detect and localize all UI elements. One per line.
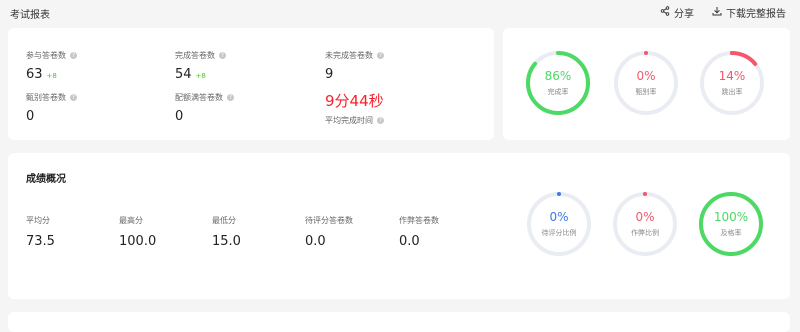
completion-rate-percent: 86% (544, 69, 572, 83)
avg-score-stat: 平均分 73.5 (26, 215, 55, 249)
participants-label: 参与答卷数 (26, 51, 66, 60)
help-icon[interactable]: ? (227, 94, 234, 101)
screened-metric: 甄别答卷数? 0 (26, 92, 77, 124)
score-overview-card: 成绩概况 平均分 73.5 最高分 100.0 最低分 15.0 待评分答卷数 … (8, 153, 790, 299)
help-icon[interactable]: ? (377, 117, 384, 124)
download-label: 下载完整报告 (726, 9, 786, 20)
toolbar: 分享 下载完整报告 (660, 5, 786, 20)
avg-time-metric: 9分44秒 平均完成时间? (325, 90, 384, 126)
screened-label: 甄别答卷数 (26, 93, 66, 102)
top-bar: 考试报表 分享 下载完整报告 (0, 0, 800, 24)
share-button[interactable]: 分享 (660, 5, 694, 20)
help-icon[interactable]: ? (70, 94, 77, 101)
download-report-button[interactable]: 下载完整报告 (712, 5, 786, 20)
pending-ratio-ring: 0% 待评分比例 (526, 191, 592, 257)
quota-full-label: 配额满答卷数 (175, 93, 223, 102)
screening-rate-percent: 0% (636, 69, 656, 83)
pending-grading-stat: 待评分答卷数 0.0 (305, 215, 353, 249)
stat-label: 最高分 (119, 216, 143, 225)
rates-card: 86% 完成率 0% 甄别率 14% 跳出率 (503, 28, 790, 140)
cheating-ratio-label: 作弊比例 (631, 229, 659, 237)
cheating-ratio-ring: 0% 作弊比例 (612, 191, 678, 257)
quota-full-value: 0 (175, 109, 184, 124)
stat-value: 0.0 (305, 234, 326, 249)
completed-value: 54 (175, 67, 192, 82)
stat-value: 0.0 (399, 234, 420, 249)
incomplete-label: 未完成答卷数 (325, 51, 373, 60)
bounce-rate-label: 跳出率 (721, 88, 743, 96)
pass-rate-percent: 100% (713, 210, 749, 224)
completion-rate-label: 完成率 (547, 88, 569, 96)
bounce-rate-percent: 14% (718, 69, 746, 83)
participants-metric: 参与答卷数? 63 +8 (26, 50, 77, 82)
completed-delta: +8 (195, 72, 206, 80)
stat-label: 最低分 (212, 216, 236, 225)
incomplete-value: 9 (325, 67, 334, 82)
stat-value: 15.0 (212, 234, 241, 249)
avg-time-label: 平均完成时间 (325, 116, 373, 125)
overview-card: 参与答卷数? 63 +8 完成答卷数? 54 +8 未完成答卷数? 9 甄别答卷数?… (8, 28, 494, 140)
stat-value: 73.5 (26, 234, 55, 249)
cheating-ratio-percent: 0% (635, 210, 655, 224)
help-icon[interactable]: ? (70, 52, 77, 59)
pending-ratio-label: 待评分比例 (541, 229, 577, 237)
completion-rate-ring: 86% 完成率 (525, 50, 591, 116)
help-icon[interactable]: ? (377, 52, 384, 59)
participants-delta: +8 (46, 72, 57, 80)
stat-value: 100.0 (119, 234, 157, 249)
share-label: 分享 (674, 9, 694, 20)
pass-rate-ring: 100% 及格率 (698, 191, 764, 257)
min-score-stat: 最低分 15.0 (212, 215, 241, 249)
stat-label: 作弊答卷数 (399, 216, 439, 225)
stat-label: 平均分 (26, 216, 50, 225)
download-icon (712, 6, 722, 19)
incomplete-metric: 未完成答卷数? 9 (325, 50, 384, 82)
quota-full-metric: 配额满答卷数? 0 (175, 92, 234, 124)
share-icon (660, 6, 670, 19)
pass-rate-label: 及格率 (720, 229, 742, 237)
screening-rate-ring: 0% 甄别率 (613, 50, 679, 116)
max-score-stat: 最高分 100.0 (119, 215, 156, 249)
cheating-stat: 作弊答卷数 0.0 (399, 215, 439, 249)
pending-ratio-percent: 0% (549, 210, 569, 224)
bounce-rate-ring: 14% 跳出率 (699, 50, 765, 116)
completed-metric: 完成答卷数? 54 +8 (175, 50, 226, 82)
stat-label: 待评分答卷数 (305, 216, 353, 225)
participants-value: 63 (26, 67, 43, 82)
section-title: 成绩概况 (26, 174, 66, 185)
avg-time-value: 9分44秒 (325, 92, 384, 110)
page-title: 考试报表 (10, 10, 50, 21)
next-section-card (8, 312, 790, 332)
help-icon[interactable]: ? (219, 52, 226, 59)
screening-rate-label: 甄别率 (635, 88, 657, 96)
screened-value: 0 (26, 109, 35, 124)
completed-label: 完成答卷数 (175, 51, 215, 60)
